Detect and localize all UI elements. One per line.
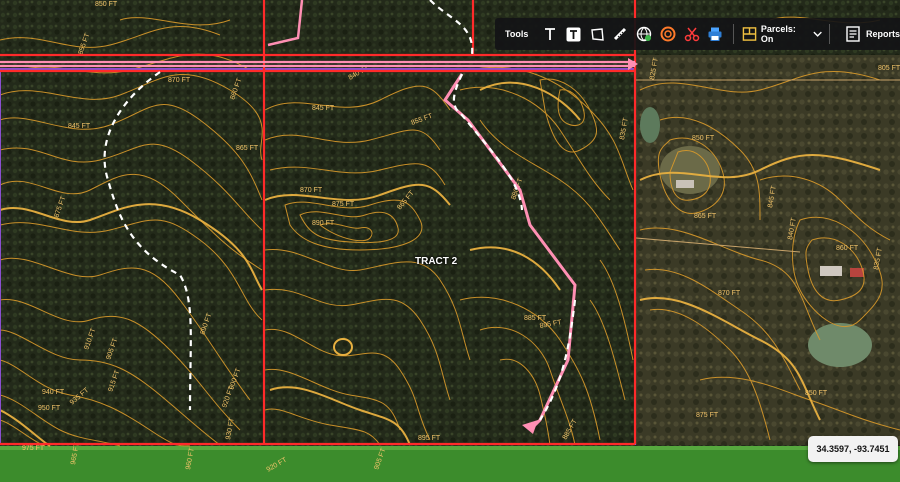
contour-label: 870 FT [300,187,323,194]
pasture-field [0,446,900,482]
contour-label: 865 FT [236,145,259,152]
contour-label: 875 FT [696,412,719,419]
building [850,268,864,277]
parcels-label: Parcels: On [760,24,796,44]
contour-label: 860 FT [836,245,859,252]
polygon-icon[interactable] [586,20,610,48]
toolbar-divider [829,24,830,44]
contour-label: 950 FT [38,405,61,412]
map-canvas[interactable]: 850 FT845 FT870 FT855 FT875 FT865 FT860 … [0,0,900,482]
reports-button[interactable]: Reports [846,26,900,42]
contour-label: 885 FT [524,315,547,322]
building [676,180,694,188]
pond-small [640,107,660,143]
report-icon [846,26,860,42]
coordinate-readout: 34.3597, -93.7451 [808,436,898,462]
contour-label: 875 FT [332,201,355,208]
contour-label: 850 FT [95,1,118,8]
contour-label: 805 FT [878,65,900,72]
toolbar-divider [732,24,734,44]
pond [808,323,872,367]
contour-label: 845 FT [68,123,91,130]
east-imagery [636,55,900,445]
print-icon[interactable] [703,20,727,48]
globe-icon[interactable] [633,20,657,48]
contour-label: 865 FT [694,213,717,220]
contour-label: 975 FT [22,445,45,452]
scissors-icon[interactable] [680,20,704,48]
contour-label: 870 FT [168,77,191,84]
contour-label: 890 FT [312,220,335,227]
radius-icon[interactable] [656,20,680,48]
contour-label: 850 FT [805,390,828,397]
ruler-icon[interactable] [609,20,633,48]
building [820,266,842,276]
contour-label: 940 FT [42,389,65,396]
text-icon[interactable] [538,20,562,48]
pasture-field-light [0,446,900,450]
parcels-toggle[interactable]: Parcels: On [742,24,823,44]
tract-label: TRACT 2 [415,256,458,267]
map-toolbar: Tools Parcels: On Reports [495,18,900,50]
chevron-down-icon [813,31,822,37]
text-box-icon[interactable] [562,20,586,48]
reports-label: Reports [865,29,900,39]
contour-label: 895 FT [418,435,441,442]
contour-label: 870 FT [718,290,741,297]
tools-label: Tools [505,29,529,39]
contour-label: 845 FT [312,105,335,112]
contour-label: 850 FT [692,135,715,142]
parcels-icon [742,27,757,41]
